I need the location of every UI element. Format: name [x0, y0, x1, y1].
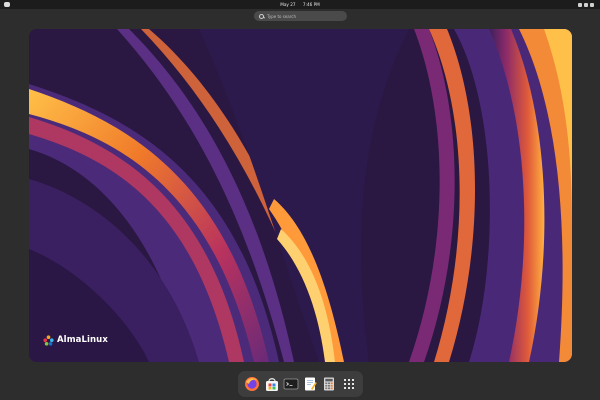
software-icon [265, 378, 278, 391]
clock[interactable]: May 27 7:46 PM [0, 0, 600, 9]
almalinux-logo: AlmaLinux [43, 334, 108, 346]
volume-icon [584, 2, 588, 7]
wallpaper [29, 29, 572, 362]
dock-software[interactable] [264, 376, 280, 392]
clock-date: May 27 [280, 2, 296, 7]
system-status-menu[interactable] [578, 2, 596, 7]
search-icon [259, 13, 265, 19]
search-field[interactable]: Type to search [254, 11, 347, 21]
top-bar: May 27 7:46 PM [0, 0, 600, 9]
firefox-icon [245, 377, 260, 391]
app-grid-icon [343, 379, 354, 389]
power-icon [590, 2, 594, 7]
search-placeholder: Type to search [267, 13, 297, 19]
dock-show-apps[interactable] [341, 376, 357, 392]
almalinux-wordmark: AlmaLinux [57, 335, 108, 345]
dock [238, 371, 363, 397]
terminal-icon [283, 378, 299, 390]
calculator-icon [324, 377, 335, 391]
workspace-thumbnail[interactable]: AlmaLinux [29, 29, 572, 362]
text-editor-icon [305, 377, 317, 391]
almalinux-mark-icon [43, 334, 54, 346]
dock-terminal[interactable] [283, 376, 299, 392]
network-icon [578, 2, 582, 7]
clock-time: 7:46 PM [302, 2, 320, 7]
dock-firefox[interactable] [244, 376, 260, 392]
dock-calculator[interactable] [321, 376, 337, 392]
dock-text-editor[interactable] [302, 376, 318, 392]
